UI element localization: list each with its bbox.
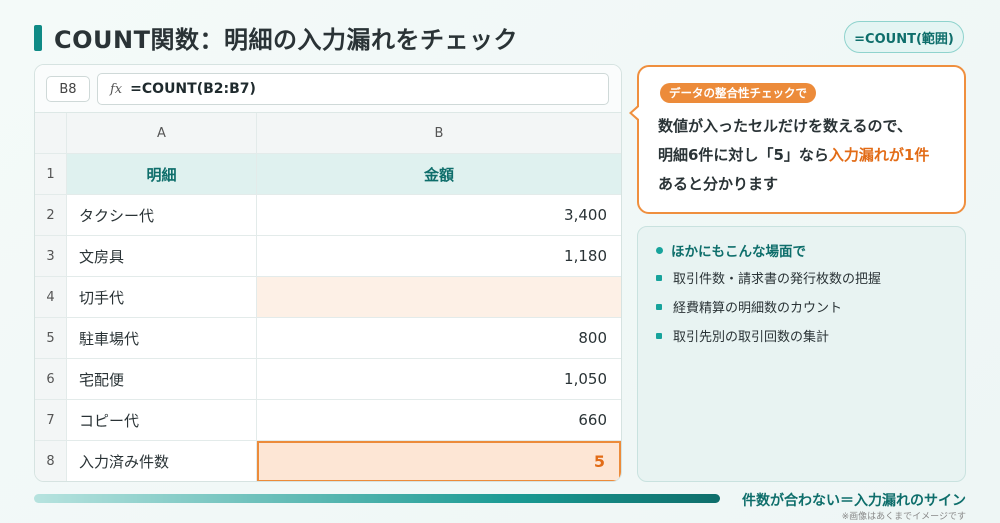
table-row: 4 切手代 xyxy=(35,277,621,318)
select-all-corner[interactable] xyxy=(35,113,67,153)
callout-line-2: 明細6件に対し「5」なら入力漏れが1件 xyxy=(658,144,929,165)
list-item: 取引先別の取引回数の集計 xyxy=(656,326,829,345)
table-row: 6 宅配便 1,050 xyxy=(35,359,621,400)
page-title-bar: COUNT関数：明細の入力漏れをチェック xyxy=(34,20,518,55)
cell-a1[interactable]: 明細 xyxy=(67,154,257,194)
table-header-row: 1 明細 金額 xyxy=(35,154,621,195)
row-number[interactable]: 8 xyxy=(35,441,67,481)
cell-a5[interactable]: 駐車場代 xyxy=(67,318,257,358)
row-number[interactable]: 1 xyxy=(35,154,67,194)
callout-pointer-inner xyxy=(632,106,640,120)
bullet-icon xyxy=(656,332,662,339)
name-box[interactable]: B8 xyxy=(46,76,90,102)
cell-b6[interactable]: 1,050 xyxy=(257,359,621,399)
cell-a7[interactable]: コピー代 xyxy=(67,400,257,440)
callout-line-1: 数値が入ったセルだけを数えるので、 xyxy=(658,117,912,135)
cell-a4[interactable]: 切手代 xyxy=(67,277,257,317)
callout-line-3: あると分かります xyxy=(658,175,779,193)
formula-syntax-pill: =COUNT(範囲) xyxy=(844,21,964,53)
cell-grid: A B 1 明細 金額 2 タクシー代 3,400 3 文房具 1,180 4 … xyxy=(35,113,621,481)
list-item-text: 取引先別の取引回数の集計 xyxy=(673,330,830,345)
fx-icon: fx xyxy=(110,81,123,97)
bullet-icon xyxy=(656,303,662,310)
cell-a3[interactable]: 文房具 xyxy=(67,236,257,276)
cell-b3[interactable]: 1,180 xyxy=(257,236,621,276)
column-header-a[interactable]: A xyxy=(67,113,257,153)
column-header-b[interactable]: B xyxy=(257,113,621,153)
table-row: 3 文房具 1,180 xyxy=(35,236,621,277)
cell-a8[interactable]: 入力済み件数 xyxy=(67,441,257,481)
cell-b2[interactable]: 3,400 xyxy=(257,195,621,235)
formula-input[interactable]: fx =COUNT(B2:B7) xyxy=(97,73,609,105)
table-row: 7 コピー代 660 xyxy=(35,400,621,441)
column-header-row: A B xyxy=(35,113,621,154)
list-item: 経費精算の明細数のカウント xyxy=(656,297,842,316)
bullet-icon xyxy=(656,246,663,254)
formula-bar: B8 fx =COUNT(B2:B7) xyxy=(35,65,621,113)
use-cases-panel: ほかにもこんな場面で 取引件数・請求書の発行枚数の把握 経費精算の明細数のカウン… xyxy=(637,226,966,482)
bottom-gradient-bar xyxy=(34,494,720,503)
callout-badge: データの整合性チェックで xyxy=(660,83,816,103)
list-item: 取引件数・請求書の発行枚数の把握 xyxy=(656,268,881,287)
list-item-text: 取引件数・請求書の発行枚数の把握 xyxy=(673,272,882,287)
use-cases-heading-text: ほかにもこんな場面で xyxy=(671,244,806,260)
bullet-icon xyxy=(656,274,662,281)
page-title: COUNT関数：明細の入力漏れをチェック xyxy=(54,26,518,54)
footer-message: 件数が合わない＝入力漏れのサイン xyxy=(742,493,966,509)
title-accent-bar xyxy=(34,24,42,51)
row-number[interactable]: 5 xyxy=(35,318,67,358)
row-number[interactable]: 3 xyxy=(35,236,67,276)
callout-highlight: 入力漏れが1件 xyxy=(828,146,930,164)
footer-note: ※画像はあくまでイメージです xyxy=(841,512,966,522)
table-row: 2 タクシー代 3,400 xyxy=(35,195,621,236)
formula-text: =COUNT(B2:B7) xyxy=(130,81,256,97)
table-row: 5 駐車場代 800 xyxy=(35,318,621,359)
explanation-callout: データの整合性チェックで 数値が入ったセルだけを数えるので、 明細6件に対し「5… xyxy=(637,65,966,214)
row-number[interactable]: 4 xyxy=(35,277,67,317)
cell-b7[interactable]: 660 xyxy=(257,400,621,440)
row-number[interactable]: 7 xyxy=(35,400,67,440)
row-number[interactable]: 2 xyxy=(35,195,67,235)
spreadsheet: B8 fx =COUNT(B2:B7) A B 1 明細 金額 2 タクシー代 … xyxy=(34,64,622,482)
cell-b1[interactable]: 金額 xyxy=(257,154,621,194)
cell-b5[interactable]: 800 xyxy=(257,318,621,358)
row-number[interactable]: 6 xyxy=(35,359,67,399)
cell-b8-selected[interactable]: 5 xyxy=(257,441,621,481)
callout-line-2-text: 明細6件に対し「5」なら xyxy=(658,146,829,164)
cell-b4-empty[interactable] xyxy=(257,277,621,317)
cell-a2[interactable]: タクシー代 xyxy=(67,195,257,235)
total-row: 8 入力済み件数 5 xyxy=(35,441,621,481)
list-item-text: 経費精算の明細数のカウント xyxy=(673,301,843,316)
cell-a6[interactable]: 宅配便 xyxy=(67,359,257,399)
use-cases-heading: ほかにもこんな場面で xyxy=(656,240,806,260)
